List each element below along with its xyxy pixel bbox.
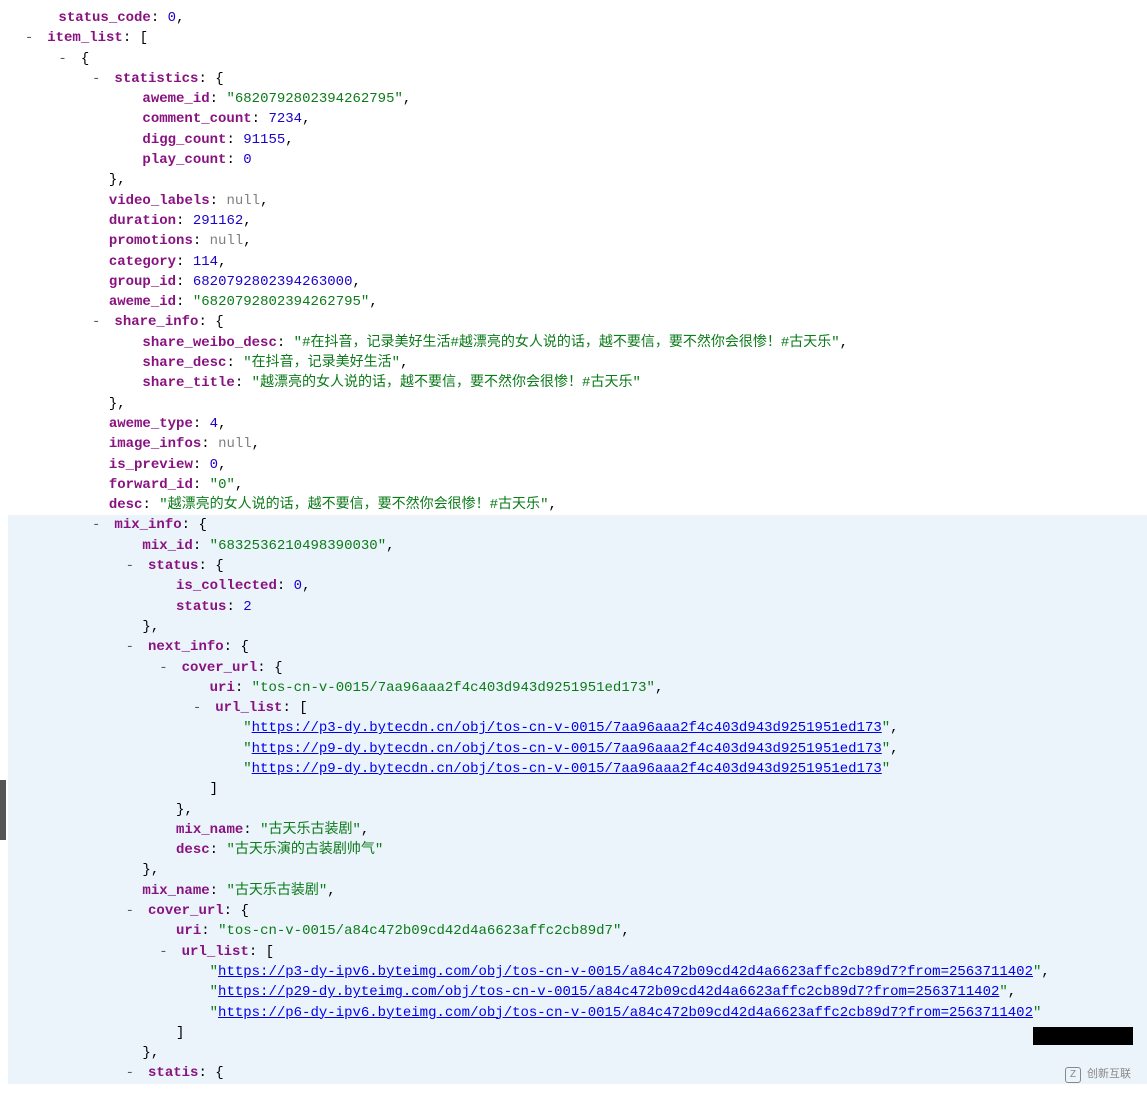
duration: duration: 291162, — [8, 211, 1147, 231]
watermark: Z创新互联 — [1065, 1067, 1131, 1083]
stat-digg-count: digg_count: 91155, — [8, 130, 1147, 150]
share-title: share_title: "越漂亮的女人说的话，越不要信，要不然你会很惨！#古天… — [8, 373, 1147, 393]
mix-name: mix_name: "古天乐古装剧", — [8, 881, 1147, 901]
toggle-icon[interactable]: - — [126, 901, 140, 921]
stat-play-count: play_count: 0 — [8, 150, 1147, 170]
truncated-top: status_code: 0, — [8, 8, 1147, 28]
url-list-2-item-1: "https://p29-dy.byteimg.com/obj/tos-cn-v… — [8, 982, 1147, 1002]
url-link[interactable]: https://p3-dy-ipv6.byteimg.com/obj/tos-c… — [218, 964, 1033, 980]
next-info-close: }, — [8, 860, 1147, 880]
toggle-icon[interactable]: - — [92, 515, 106, 535]
obj-open: - { — [8, 49, 1147, 69]
url-list-2-close: ] — [8, 1023, 1147, 1043]
url-link[interactable]: https://p9-dy.bytecdn.cn/obj/tos-cn-v-00… — [252, 741, 882, 757]
next-desc: desc: "古天乐演的古装剧帅气" — [8, 840, 1147, 860]
url-link[interactable]: https://p9-dy.bytecdn.cn/obj/tos-cn-v-00… — [252, 761, 882, 777]
status-inner: status: 2 — [8, 597, 1147, 617]
url-list-1-close: ] — [8, 779, 1147, 799]
redacted-box — [1033, 1027, 1133, 1045]
toggle-icon[interactable]: - — [126, 637, 140, 657]
desc: desc: "越漂亮的女人说的话，越不要信，要不然你会很惨！#古天乐", — [8, 495, 1147, 515]
cover-url-2-close: }, — [8, 1043, 1147, 1063]
is-preview: is_preview: 0, — [8, 455, 1147, 475]
cover-url-close: }, — [8, 800, 1147, 820]
url-list-1-item-0: "https://p3-dy.bytecdn.cn/obj/tos-cn-v-0… — [8, 718, 1147, 738]
aweme-type: aweme_type: 4, — [8, 414, 1147, 434]
toggle-icon[interactable]: - — [92, 312, 106, 332]
share-desc: share_desc: "在抖音，记录美好生活", — [8, 353, 1147, 373]
toggle-icon[interactable]: - — [58, 49, 72, 69]
promotions: promotions: null, — [8, 231, 1147, 251]
forward-id: forward_id: "0", — [8, 475, 1147, 495]
url-list-2-item-2: "https://p6-dy-ipv6.byteimg.com/obj/tos-… — [8, 1003, 1147, 1023]
video-labels: video_labels: null, — [8, 191, 1147, 211]
url-list-1-open: - url_list: [ — [8, 698, 1147, 718]
cover-url-open: - cover_url: { — [8, 658, 1147, 678]
toggle-icon[interactable]: - — [126, 1063, 140, 1083]
toggle-icon[interactable]: - — [25, 28, 39, 48]
toggle-icon[interactable]: - — [92, 69, 106, 89]
toggle-icon[interactable]: - — [159, 942, 173, 962]
share-info-close: }, — [8, 394, 1147, 414]
group-id: group_id: 6820792802394263000, — [8, 272, 1147, 292]
stat-aweme-id: aweme_id: "6820792802394262795", — [8, 89, 1147, 109]
uri-2: uri: "tos-cn-v-0015/a84c472b09cd42d4a662… — [8, 921, 1147, 941]
aweme-id: aweme_id: "6820792802394262795", — [8, 292, 1147, 312]
statistics-close: }, — [8, 170, 1147, 190]
item-list-open: - item_list: [ — [8, 28, 1147, 48]
statistics-open: - statistics: { — [8, 69, 1147, 89]
url-link[interactable]: https://p6-dy-ipv6.byteimg.com/obj/tos-c… — [218, 1005, 1033, 1021]
status-close: }, — [8, 617, 1147, 637]
next-info-open: - next_info: { — [8, 637, 1147, 657]
image-infos: image_infos: null, — [8, 434, 1147, 454]
url-link[interactable]: https://p3-dy.bytecdn.cn/obj/tos-cn-v-00… — [252, 720, 882, 736]
uri-1: uri: "tos-cn-v-0015/7aa96aaa2f4c403d943d… — [8, 678, 1147, 698]
mix-info-open: - mix_info: { — [8, 515, 1147, 535]
share-info-open: - share_info: { — [8, 312, 1147, 332]
next-mix-name: mix_name: "古天乐古装剧", — [8, 820, 1147, 840]
url-list-2-open: - url_list: [ — [8, 942, 1147, 962]
is-collected: is_collected: 0, — [8, 576, 1147, 596]
url-list-1-item-1: "https://p9-dy.bytecdn.cn/obj/tos-cn-v-0… — [8, 739, 1147, 759]
status-open: - status: { — [8, 556, 1147, 576]
side-indicator — [0, 780, 6, 840]
url-link[interactable]: https://p29-dy.byteimg.com/obj/tos-cn-v-… — [218, 984, 999, 1000]
cover-url-2-open: - cover_url: { — [8, 901, 1147, 921]
url-list-1-item-2: "https://p9-dy.bytecdn.cn/obj/tos-cn-v-0… — [8, 759, 1147, 779]
category: category: 114, — [8, 252, 1147, 272]
json-viewer: status_code: 0, - item_list: [ - { - sta… — [8, 8, 1147, 1084]
statis-open: - statis: { — [8, 1063, 1147, 1083]
share-weibo-desc: share_weibo_desc: "#在抖音，记录美好生活#越漂亮的女人说的话… — [8, 333, 1147, 353]
toggle-icon[interactable]: - — [159, 658, 173, 678]
toggle-icon[interactable]: - — [193, 698, 207, 718]
stat-comment-count: comment_count: 7234, — [8, 109, 1147, 129]
url-list-2-item-0: "https://p3-dy-ipv6.byteimg.com/obj/tos-… — [8, 962, 1147, 982]
mix-id: mix_id: "6832536210498390030", — [8, 536, 1147, 556]
toggle-icon[interactable]: - — [126, 556, 140, 576]
